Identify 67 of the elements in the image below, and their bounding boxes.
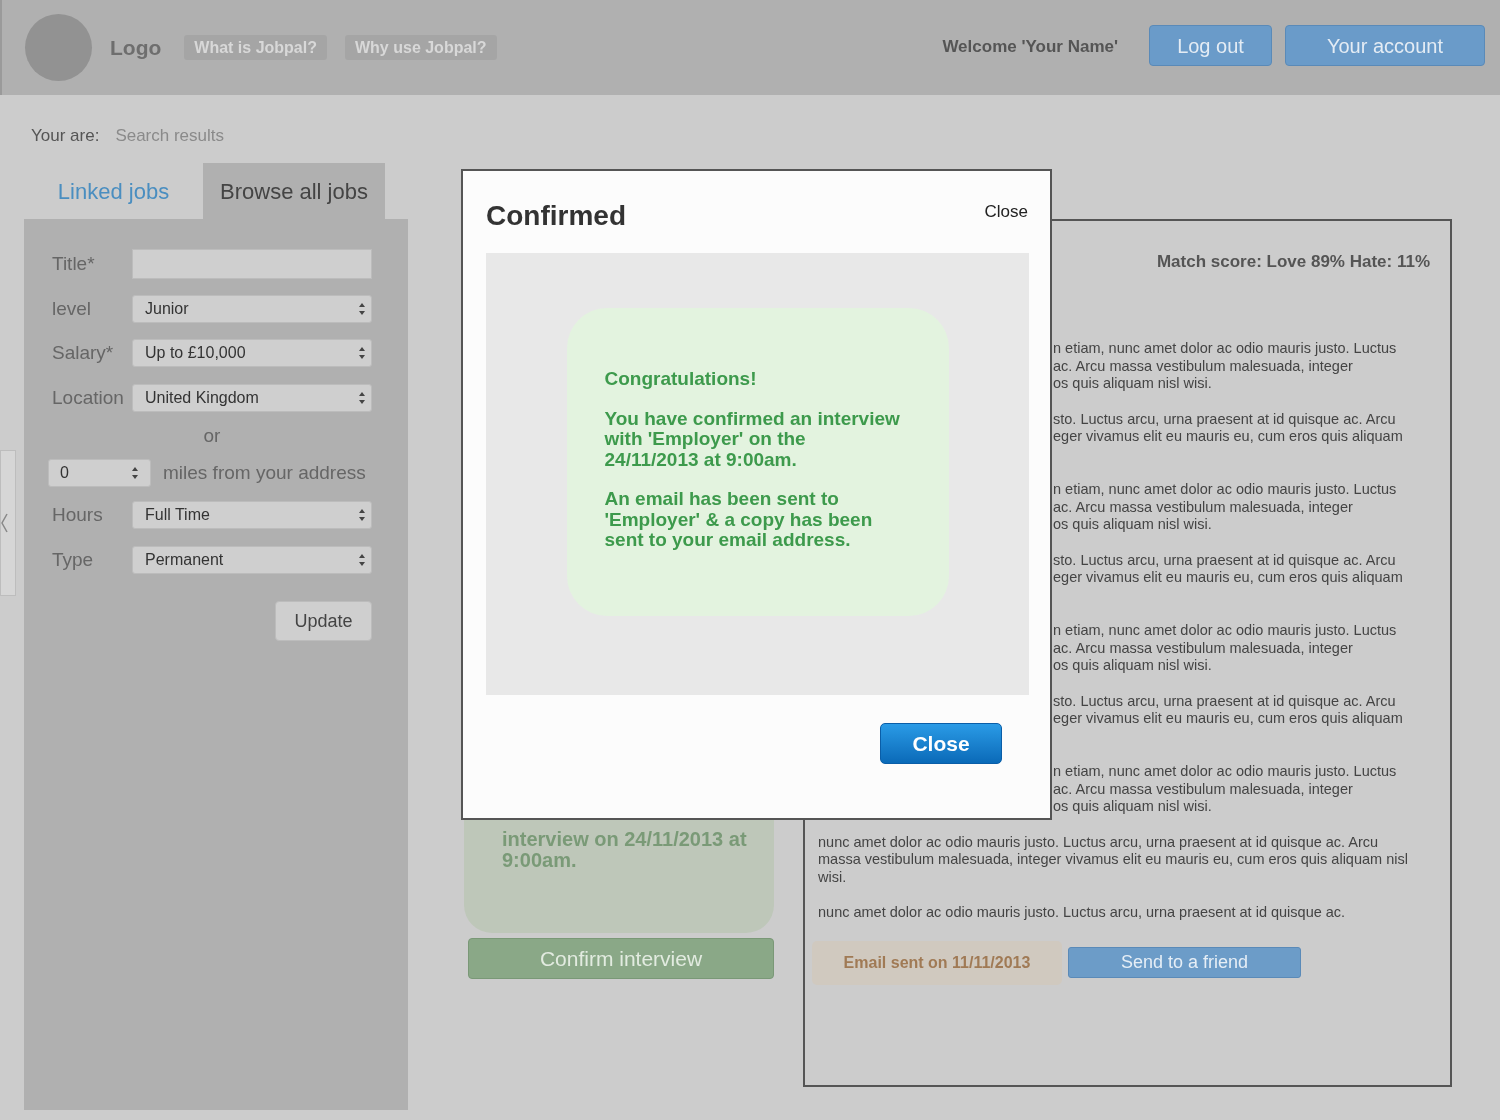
description-text: os quis aliquam nisl wisi. — [1053, 798, 1213, 816]
welcome-text: Welcome 'Your Name' — [942, 35, 1118, 58]
description-text: ac. Arcu massa vestibulum malesuada, integer — [1053, 357, 1354, 375]
close-link[interactable]: Close — [984, 198, 1028, 224]
select-value: Up to £10,000 — [145, 343, 246, 364]
update-button[interactable]: Update — [275, 601, 372, 641]
breadcrumb-label: Your are: — [31, 125, 100, 148]
select-arrows-icon — [358, 346, 366, 361]
success-text: An email has been sent to 'Employer' & a copy has been sent to your email address. — [604, 489, 874, 551]
success-text: Congratulations! — [604, 369, 758, 390]
select-value: 0 — [60, 463, 69, 483]
or-label: or — [203, 424, 221, 449]
close-button[interactable]: Close — [880, 723, 1002, 764]
field-label: Hours — [52, 503, 104, 527]
logo-text: Logo — [110, 34, 162, 61]
dropdown[interactable]: Up to £10,000 — [132, 339, 372, 368]
description-text: eger vivamus elit eu mauris eu, cum eros quis aliquam — [1053, 569, 1404, 587]
field-label: Title* — [52, 252, 96, 276]
dropdown[interactable]: Full Time — [132, 501, 372, 530]
field-label: Type — [52, 547, 95, 572]
dialog-title: Confirmed — [486, 202, 626, 230]
description-text: ac. Arcu massa vestibulum malesuada, integer — [1053, 780, 1354, 798]
interview-message: interview on 24/11/2013 at 9:00am. — [502, 829, 748, 871]
chevron-left-icon — [1, 513, 8, 533]
description-text: ac. Arcu massa vestibulum malesuada, integer — [1053, 639, 1354, 657]
field-label: Location — [52, 385, 125, 410]
description-paragraph: nunc amet dolor ac odio mauris justo. Luctus arcu, urna praesent at id quisque ac. Arcu massa vestibulum malesuada, integer vivamus elit eu mauris eu, cum eros quis aliquam nisl wisi. — [818, 833, 1409, 886]
description-text: sto. Luctus arcu, urna praesent at id quisque ac. Arcu — [1053, 551, 1397, 569]
select-value: Junior — [145, 298, 189, 319]
field-label: Salary* — [52, 341, 115, 365]
select-arrows-icon — [358, 301, 366, 316]
distance-select[interactable]: 0 — [48, 459, 151, 487]
logout-button[interactable]: Log out — [1149, 25, 1272, 66]
select-arrows-icon — [131, 466, 139, 480]
select-value: United Kingdom — [145, 387, 259, 408]
select-arrows-icon — [358, 508, 366, 523]
description-text: sto. Luctus arcu, urna praesent at id quisque ac. Arcu — [1053, 410, 1397, 428]
dropdown[interactable]: Junior — [132, 294, 372, 323]
select-arrows-icon — [358, 552, 366, 567]
account-button[interactable]: Your account — [1285, 25, 1485, 66]
select-arrows-icon — [358, 390, 366, 405]
description-paragraph: nunc amet dolor ac odio mauris justo. Luctus arcu, urna praesent at id quisque ac. — [818, 904, 1347, 922]
field-label: level — [52, 296, 93, 321]
description-text: eger vivamus elit eu mauris eu, cum eros quis aliquam — [1053, 710, 1404, 728]
dropdown[interactable]: United Kingdom — [132, 383, 372, 412]
select-value: Permanent — [145, 549, 224, 570]
description-text: n etiam, nunc amet dolor ac odio mauris justo. Luctus — [1053, 481, 1398, 499]
dropdown[interactable]: Permanent — [132, 545, 372, 574]
side-handle[interactable] — [0, 450, 16, 596]
input-field[interactable] — [132, 249, 372, 280]
send-to-friend-button[interactable]: Send to a friend — [1068, 947, 1301, 978]
match-score: Match score: Love 89% Hate: 11% — [1156, 251, 1430, 273]
tab[interactable]: Browse all jobs — [203, 163, 385, 219]
description-text: os quis aliquam nisl wisi. — [1053, 516, 1213, 534]
description-text: n etiam, nunc amet dolor ac odio mauris justo. Luctus — [1053, 340, 1398, 358]
description-text: eger vivamus elit eu mauris eu, cum eros quis aliquam — [1053, 428, 1404, 446]
distance-unit-label: miles from your address — [163, 460, 366, 485]
description-text: os quis aliquam nisl wisi. — [1053, 657, 1213, 675]
description-text: ac. Arcu massa vestibulum malesuada, integer — [1053, 498, 1354, 516]
description-text: n etiam, nunc amet dolor ac odio mauris justo. Luctus — [1053, 622, 1398, 640]
description-text: os quis aliquam nisl wisi. — [1053, 375, 1213, 393]
select-value: Full Time — [145, 505, 210, 526]
description-text: n etiam, nunc amet dolor ac odio mauris justo. Luctus — [1053, 763, 1398, 781]
breadcrumb-current: Search results — [115, 125, 225, 148]
email-status: Email sent on 11/11/2013 — [812, 940, 1062, 985]
success-text: You have confirmed an interview with 'Employer' on the 24/11/2013 at 9:00am. — [604, 408, 901, 470]
description-text: sto. Luctus arcu, urna praesent at id quisque ac. Arcu — [1053, 692, 1397, 710]
